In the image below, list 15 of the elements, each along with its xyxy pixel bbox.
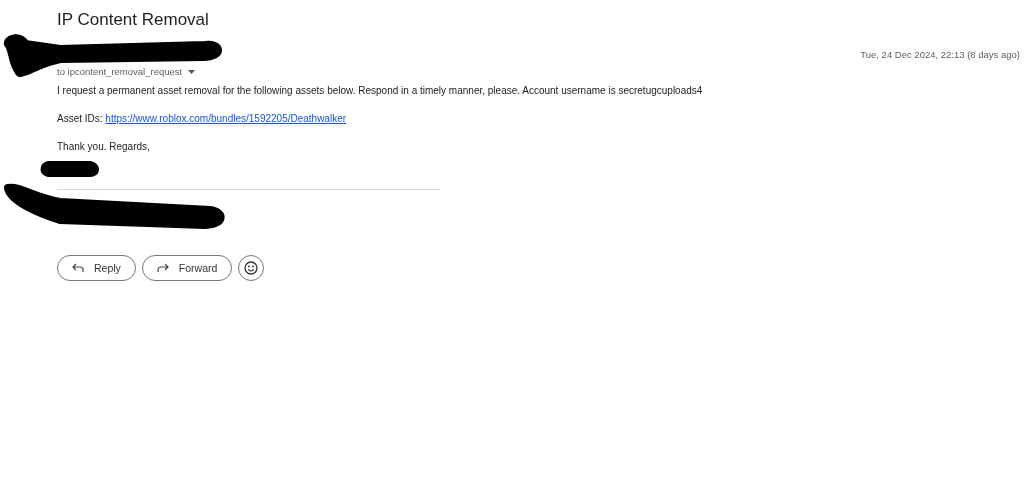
asset-link[interactable]: https://www.roblox.com/bundles/1592205/Deathwalker — [105, 113, 347, 124]
email-date: Tue, 24 Dec 2024, 22:13 (8 days ago) — [860, 49, 1020, 62]
caret-icon[interactable] — [188, 69, 196, 74]
body-paragraph: Thank you. Regards, — [57, 140, 151, 154]
reply-icon — [72, 263, 84, 273]
recipient-line: to ipcontent_removal_request — [57, 66, 183, 77]
body-label: Asset IDs: — [57, 113, 103, 124]
forward-button[interactable]: Forward — [141, 255, 233, 281]
emoji-button[interactable] — [238, 255, 265, 281]
body-paragraph: I request a permanent asset removal for the following assets below. Respond in a timely manner, please. Account username is secretugcuploads4 — [57, 84, 704, 98]
smiley-icon — [244, 261, 259, 275]
redaction-mark — [40, 161, 99, 177]
reply-button[interactable]: Reply — [57, 255, 136, 281]
email-subject: IP Content Removal — [57, 9, 210, 31]
forward-icon — [156, 263, 169, 273]
